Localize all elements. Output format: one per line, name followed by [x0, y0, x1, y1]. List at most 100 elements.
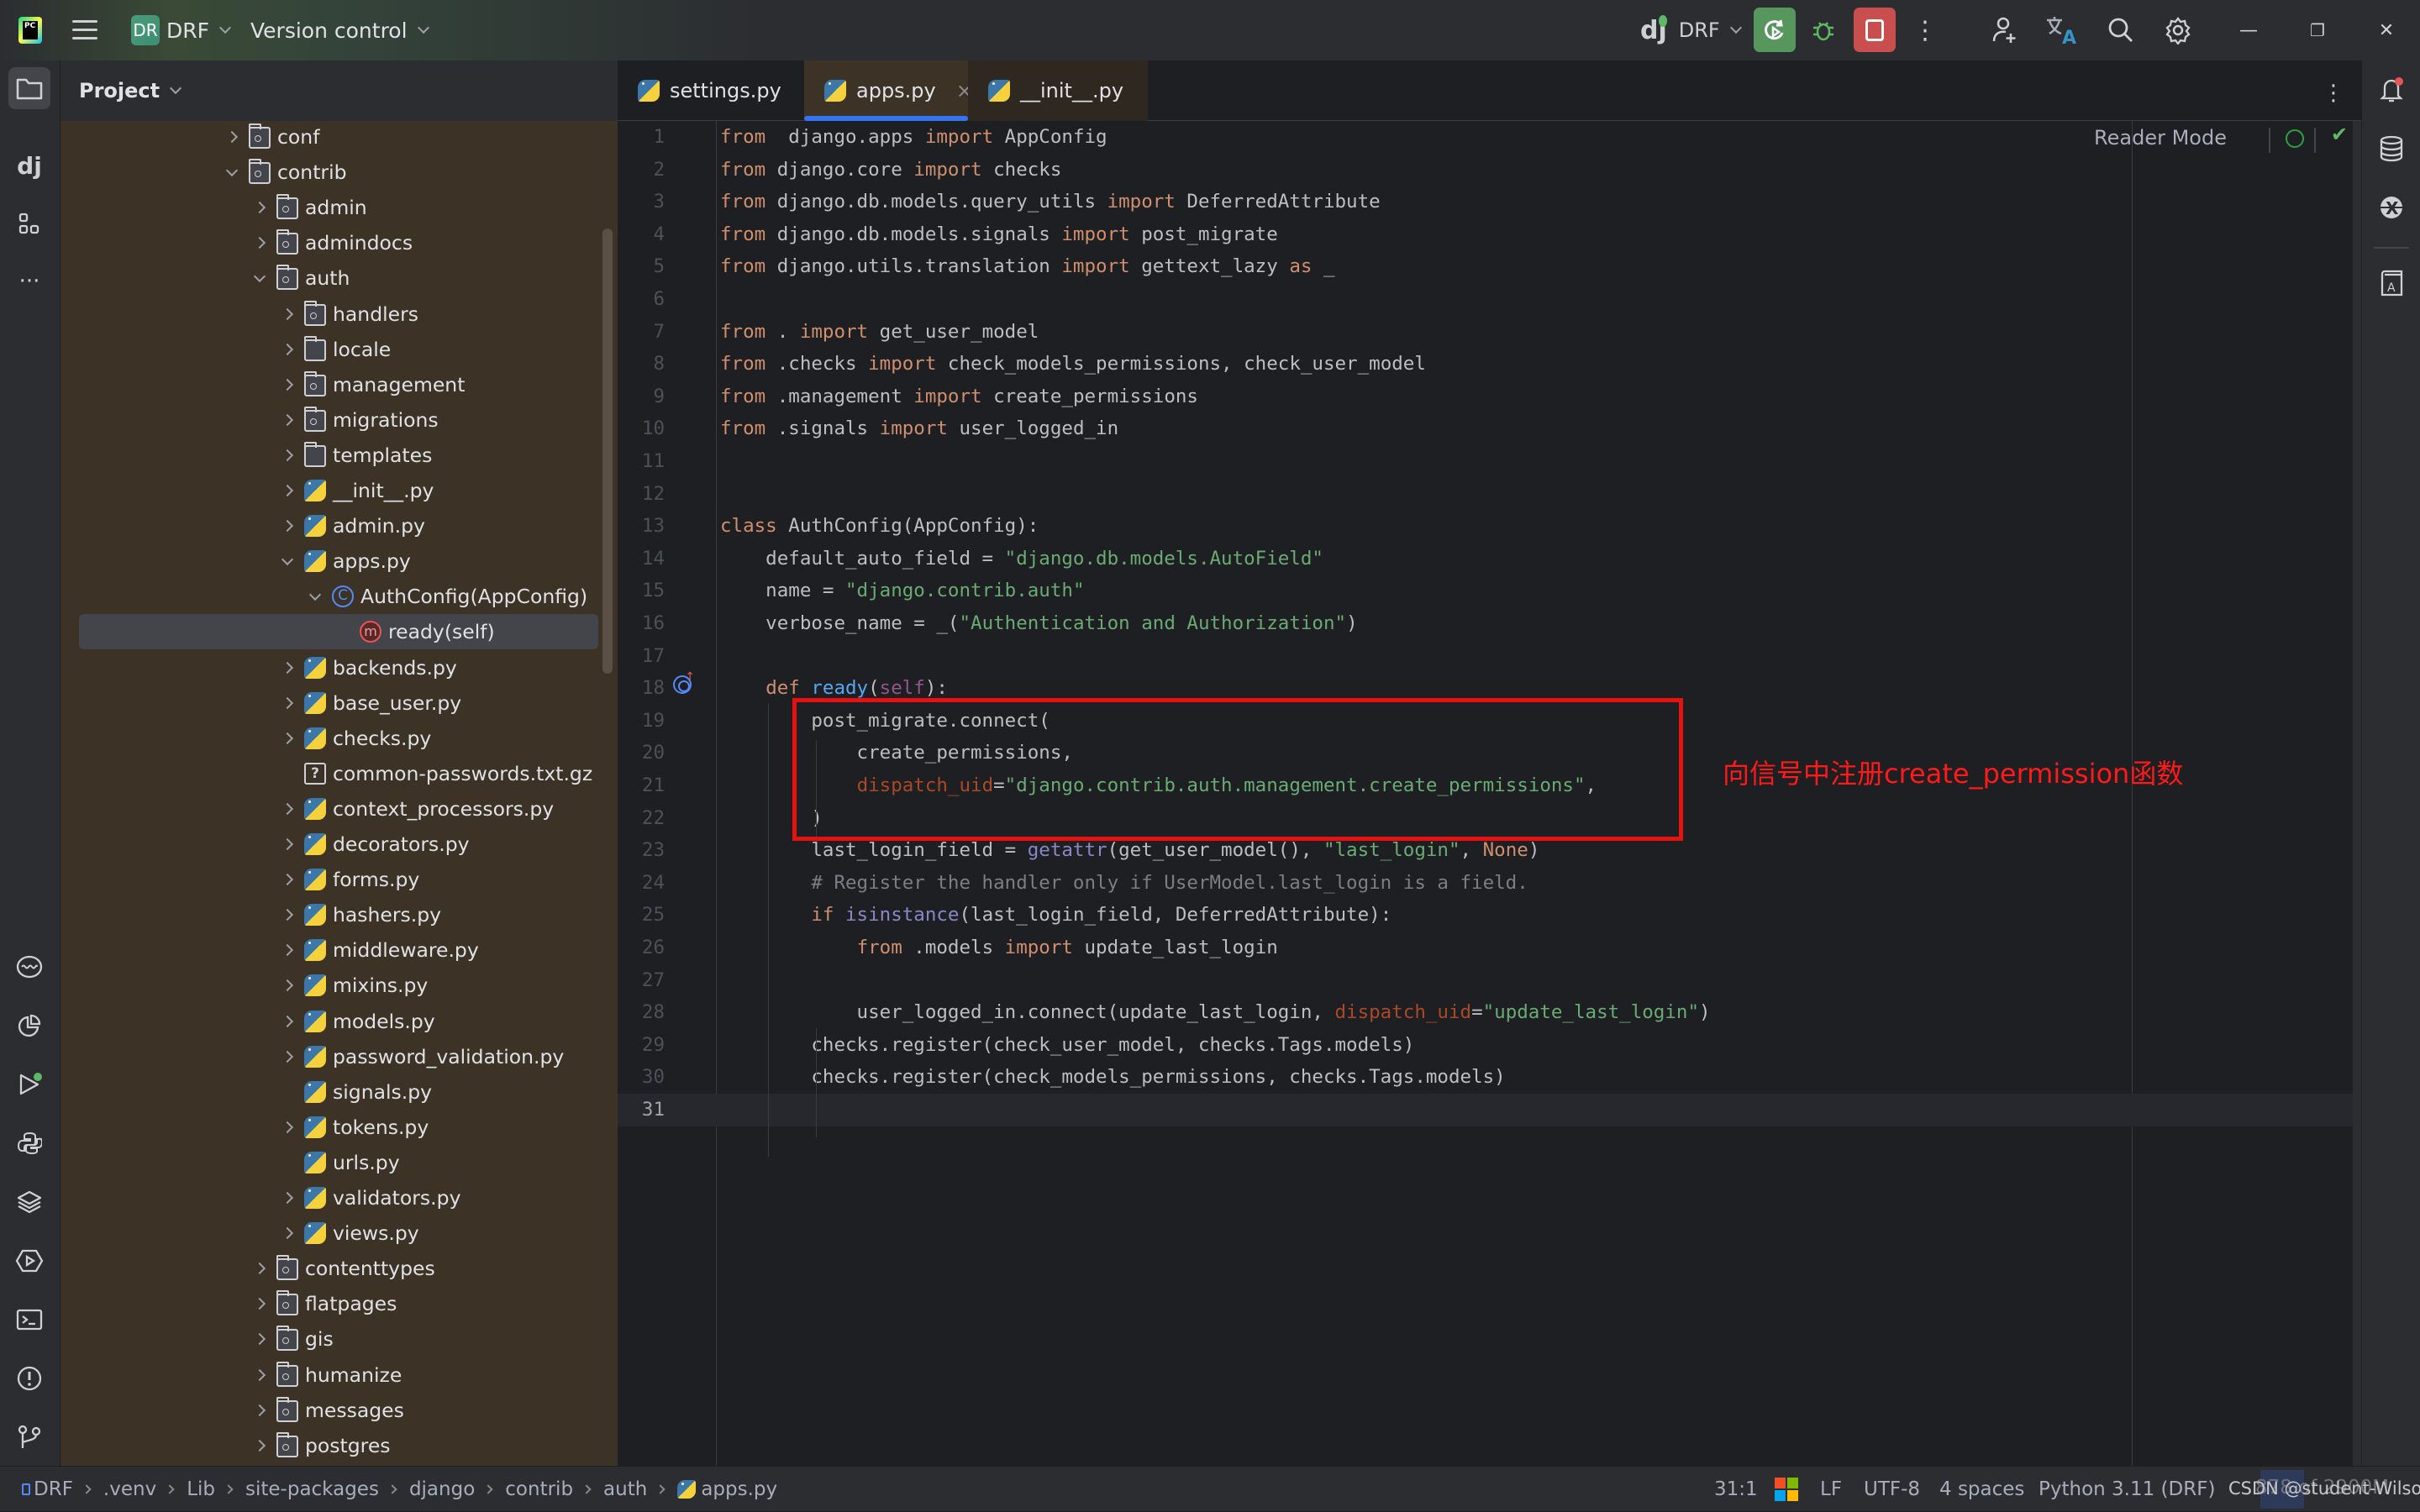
tree-item[interactable]: urls.py — [60, 1145, 598, 1180]
tab-init-py[interactable]: __init__.py — [968, 60, 1148, 121]
structure-tool-button[interactable] — [8, 203, 50, 245]
code-line[interactable]: 24 # Register the handler only if UserMo… — [618, 867, 2361, 900]
breadcrumb-item[interactable]: Lib — [187, 1478, 215, 1500]
terminal-button[interactable] — [8, 1299, 50, 1341]
code-line[interactable]: 11 — [618, 445, 2361, 478]
tree-item[interactable]: checks.py — [60, 721, 598, 756]
tree-item[interactable]: views.py — [60, 1215, 598, 1251]
tree-item[interactable]: contenttypes — [60, 1251, 598, 1286]
search-button[interactable] — [2104, 13, 2138, 47]
code-line[interactable]: 9 from .management import create_permissi… — [618, 381, 2361, 413]
tree-item[interactable]: C AuthConfig(AppConfig) — [60, 579, 598, 614]
reader-mode-button[interactable]: Reader Mode — [2094, 126, 2227, 150]
code-line[interactable]: 2 from django.core import checks — [618, 154, 2361, 186]
chevron-right-icon[interactable] — [224, 129, 240, 145]
profiler-button[interactable] — [8, 1005, 50, 1047]
more-tools-button[interactable]: ··· — [8, 260, 50, 302]
chevron-right-icon[interactable] — [251, 199, 268, 216]
chevron-right-icon[interactable] — [279, 906, 296, 923]
project-tool-button[interactable] — [8, 67, 50, 109]
documentation-button[interactable]: A — [2370, 262, 2412, 304]
chevron-right-icon[interactable] — [279, 977, 296, 994]
caret-position[interactable]: 31:1 — [1714, 1467, 1758, 1512]
chevron-right-icon[interactable] — [279, 341, 296, 358]
inspection-widget-icon[interactable] — [2286, 129, 2304, 148]
override-method-icon[interactable]: ↑ — [673, 670, 695, 694]
chevron-down-icon[interactable] — [224, 164, 240, 181]
tree-item[interactable]: models.py — [60, 1004, 598, 1039]
breadcrumb-item[interactable]: django — [409, 1478, 475, 1500]
tab-settings-py[interactable]: settings.py — [618, 60, 804, 121]
tab-actions-button[interactable]: ⋮ — [2323, 81, 2344, 106]
code-line[interactable]: 4 from django.db.models.signals import po… — [618, 218, 2361, 251]
tree-item[interactable]: decorators.py — [60, 827, 598, 862]
chevron-right-icon[interactable] — [279, 730, 296, 747]
problems-button[interactable] — [8, 1357, 50, 1399]
notifications-button[interactable] — [2370, 69, 2412, 111]
code-line[interactable]: 10 from .signals import user_logged_in — [618, 412, 2361, 445]
tree-item[interactable]: templates — [60, 438, 598, 473]
editor-scrollbar[interactable] — [2353, 121, 2361, 1466]
chevron-right-icon[interactable] — [279, 1119, 296, 1136]
code-line[interactable]: 30 checks.register(check_models_permissi… — [618, 1061, 2361, 1094]
chevron-right-icon[interactable] — [279, 412, 296, 428]
project-switcher[interactable]: DR DRF — [131, 0, 232, 60]
chevron-right-icon[interactable] — [251, 1295, 268, 1312]
tree-item[interactable]: context_processors.py — [60, 791, 598, 827]
tree-item[interactable]: password_validation.py — [60, 1039, 598, 1074]
python-console-button[interactable] — [8, 1122, 50, 1164]
run-tool-button[interactable] — [8, 1063, 50, 1105]
version-control-menu[interactable]: Version control — [250, 0, 429, 60]
services-button[interactable] — [8, 946, 50, 988]
chevron-right-icon[interactable] — [251, 1260, 268, 1277]
database-button[interactable] — [2370, 128, 2412, 170]
code-line[interactable]: 3 from django.db.models.query_utils impor… — [618, 186, 2361, 218]
git-button[interactable] — [8, 1416, 50, 1458]
tree-item[interactable]: mixins.py — [60, 968, 598, 1003]
tree-item[interactable]: middleware.py — [60, 932, 598, 968]
chevron-right-icon[interactable] — [279, 447, 296, 464]
sciview-button[interactable]: X — [2370, 186, 2412, 228]
code-line[interactable]: 7 from . import get_user_model — [618, 316, 2361, 349]
chevron-right-icon[interactable] — [279, 1013, 296, 1030]
tree-item[interactable]: postgres — [60, 1428, 598, 1463]
tree-item[interactable]: validators.py — [60, 1180, 598, 1215]
django-structure-button[interactable]: dj — [8, 144, 50, 186]
project-panel-header[interactable]: Project — [60, 60, 618, 121]
tree-item[interactable]: admindocs — [60, 225, 598, 260]
tree-item[interactable]: conf — [60, 119, 598, 155]
code-line[interactable]: 13 class AuthConfig(AppConfig): — [618, 510, 2361, 543]
chevron-down-icon[interactable] — [279, 553, 296, 570]
tree-item[interactable]: m ready(self) — [79, 614, 598, 650]
chevron-right-icon[interactable] — [279, 376, 296, 393]
chevron-right-icon[interactable] — [279, 1048, 296, 1065]
breadcrumb-item[interactable]: site-packages — [245, 1478, 379, 1500]
tree-item[interactable]: ? common-passwords.txt.gz — [60, 756, 598, 791]
code-line[interactable]: 5 from django.utils.translation import ge… — [618, 250, 2361, 283]
chevron-right-icon[interactable] — [279, 659, 296, 676]
chevron-down-icon[interactable] — [251, 270, 268, 286]
rerun-button[interactable] — [1754, 8, 1796, 52]
tree-item[interactable]: humanize — [60, 1357, 598, 1393]
tab-apps-py[interactable]: apps.py × — [804, 60, 973, 121]
minimize-button[interactable]: — — [2233, 15, 2264, 45]
close-window-button[interactable]: ✕ — [2371, 15, 2402, 45]
run-config-selector[interactable]: dj DRF — [1640, 0, 1742, 60]
breadcrumb-item[interactable]: DRF — [34, 1478, 73, 1500]
tree-item[interactable]: locale — [60, 332, 598, 367]
breadcrumb-item[interactable]: apps.py — [701, 1478, 777, 1500]
tree-item[interactable]: hashers.py — [60, 897, 598, 932]
restore-button[interactable]: ❐ — [2302, 15, 2333, 45]
debug-button[interactable] — [1808, 15, 1839, 45]
add-user-button[interactable] — [1988, 13, 2022, 47]
code-line[interactable]: 8 from .checks import check_models_permis… — [618, 348, 2361, 381]
chevron-right-icon[interactable] — [251, 1402, 268, 1419]
chevron-right-icon[interactable] — [279, 836, 296, 853]
tree-item[interactable]: apps.py — [60, 543, 598, 579]
chevron-right-icon[interactable] — [251, 234, 268, 251]
chevron-right-icon[interactable] — [279, 306, 296, 323]
code-line[interactable]: 27 — [618, 964, 2361, 997]
tree-item[interactable]: admin — [60, 190, 598, 225]
tree-item[interactable]: management — [60, 367, 598, 402]
breadcrumb-item[interactable]: contrib — [505, 1478, 573, 1500]
